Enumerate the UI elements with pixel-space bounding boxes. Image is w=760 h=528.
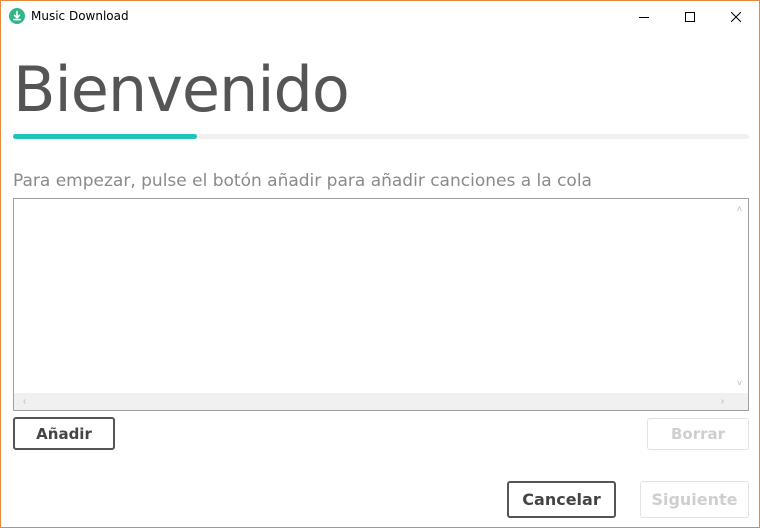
next-button[interactable]: Siguiente bbox=[640, 481, 749, 518]
page-title: Bienvenido bbox=[13, 53, 350, 126]
minimize-button[interactable] bbox=[621, 1, 667, 32]
instructions-text: Para empezar, pulse el botón añadir para… bbox=[13, 171, 592, 191]
scrollbar-corner bbox=[731, 393, 748, 410]
delete-button[interactable]: Borrar bbox=[647, 418, 749, 450]
maximize-button[interactable] bbox=[667, 1, 713, 32]
add-button[interactable]: Añadir bbox=[13, 417, 115, 450]
maximize-icon bbox=[685, 11, 695, 22]
title-bar: Music Download bbox=[1, 1, 759, 32]
cancel-button[interactable]: Cancelar bbox=[507, 481, 616, 518]
download-icon bbox=[9, 8, 25, 24]
wizard-progress-bar bbox=[13, 134, 749, 139]
scroll-right-icon[interactable]: › bbox=[714, 393, 731, 410]
close-icon bbox=[731, 11, 741, 22]
wizard-progress-fill bbox=[13, 134, 197, 139]
scroll-left-icon[interactable]: ‹ bbox=[16, 393, 33, 410]
window-title: Music Download bbox=[31, 9, 129, 23]
scroll-up-icon[interactable]: ˄ bbox=[731, 201, 748, 218]
scroll-down-icon[interactable]: ˅ bbox=[731, 375, 748, 392]
app-window: Music Download Bienvenido Para empezar, … bbox=[0, 0, 760, 528]
close-button[interactable] bbox=[713, 1, 759, 32]
song-queue-list[interactable]: ˄ ˅ ‹ › bbox=[13, 198, 749, 411]
minimize-icon bbox=[639, 16, 649, 18]
horizontal-scrollbar[interactable]: ‹ › bbox=[14, 393, 731, 410]
vertical-scrollbar[interactable]: ˄ ˅ bbox=[731, 199, 748, 393]
